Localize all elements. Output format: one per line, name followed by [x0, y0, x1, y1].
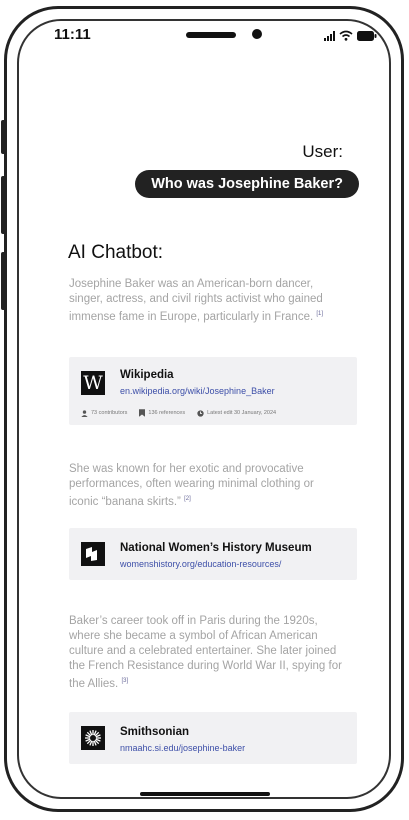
- cellular-signal-icon: [324, 30, 335, 41]
- status-bar: 11:11: [36, 26, 377, 50]
- status-icons: [324, 30, 377, 41]
- source-title: National Women’s History Museum: [120, 542, 312, 554]
- source-url-link[interactable]: womenshistory.org/education-resources/: [120, 559, 281, 569]
- front-camera: [252, 29, 262, 39]
- mute-switch: [1, 120, 6, 154]
- last-edit-date: Latest edit 30 January, 2024: [207, 410, 277, 416]
- user-message-bubble: Who was Josephine Baker?: [135, 170, 359, 198]
- references-meta: 136 references: [139, 409, 185, 417]
- contributors-meta: 73 contributors: [81, 409, 128, 417]
- chatbot-message: Josephine Baker was an American-born dan…: [69, 277, 344, 325]
- museum-logo-icon: [81, 542, 105, 566]
- person-icon: [81, 409, 88, 417]
- chatbot-label: AI Chatbot:: [68, 242, 164, 263]
- chatbot-message: She was known for her exotic and provoca…: [69, 462, 344, 510]
- source-title: Smithsonian: [120, 726, 190, 738]
- references-count: 136 references: [148, 410, 186, 416]
- contributors-count: 73 contributors: [91, 410, 128, 416]
- smithsonian-sunburst-icon: [81, 726, 105, 750]
- wifi-icon: [339, 30, 353, 41]
- source-url-link[interactable]: nmaahc.si.edu/josephine-baker: [120, 743, 245, 753]
- message-text: Baker’s career took off in Paris during …: [69, 615, 342, 690]
- volume-down-button: [1, 252, 6, 310]
- user-label: User:: [302, 142, 343, 161]
- message-text: She was known for her exotic and provoca…: [69, 463, 314, 508]
- last-edit-meta: Latest edit 30 January, 2024: [197, 409, 277, 417]
- speaker-grille: [186, 32, 236, 38]
- volume-up-button: [1, 176, 6, 234]
- status-time: 11:11: [54, 26, 91, 43]
- home-indicator[interactable]: [140, 792, 270, 796]
- source-card-wikipedia[interactable]: W Wikipedia en.wikipedia.org/wiki/Joseph…: [69, 357, 357, 425]
- source-title: Wikipedia: [120, 369, 174, 381]
- message-text: Josephine Baker was an American-born dan…: [69, 278, 323, 323]
- chatbot-message: Baker’s career took off in Paris during …: [69, 614, 344, 692]
- bookmark-icon: [139, 409, 146, 417]
- source-card-smithsonian[interactable]: Smithsonian nmaahc.si.edu/josephine-bake…: [69, 712, 357, 764]
- source-url-link[interactable]: en.wikipedia.org/wiki/Josephine_Baker: [120, 386, 275, 396]
- citation-link[interactable]: [1]: [316, 311, 323, 317]
- wikipedia-logo-icon: W: [81, 371, 105, 395]
- citation-link[interactable]: [3]: [121, 678, 128, 684]
- source-card-nwhm[interactable]: National Women’s History Museum womenshi…: [69, 528, 357, 580]
- source-meta: 73 contributors 136 references Latest ed…: [81, 409, 288, 417]
- citation-link[interactable]: [2]: [184, 496, 191, 502]
- clock-icon: [197, 409, 204, 417]
- battery-icon: [357, 30, 377, 41]
